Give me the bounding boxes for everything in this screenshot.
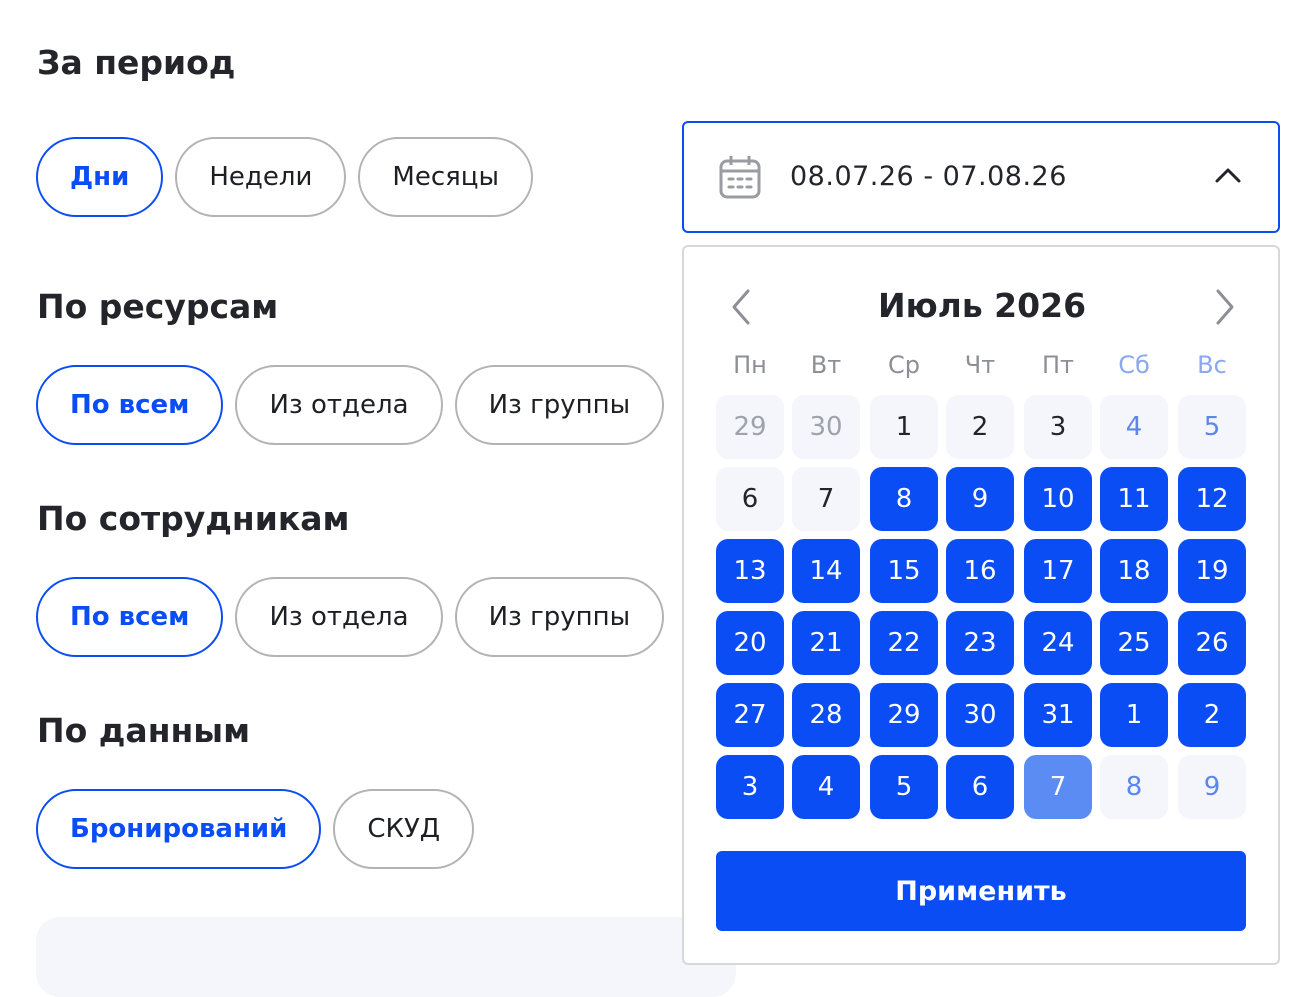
calendar-day[interactable]: 26 — [1178, 611, 1246, 675]
calendar-day[interactable]: 5 — [870, 755, 938, 819]
data-source-heading: По данным — [37, 711, 251, 750]
employees-option-1[interactable]: Из отдела — [235, 577, 443, 657]
chevron-right-icon[interactable] — [1204, 287, 1244, 327]
calendar-day[interactable]: 30 — [792, 395, 860, 459]
weekday-label: Ср — [888, 351, 920, 379]
calendar-day[interactable]: 15 — [870, 539, 938, 603]
calendar-day[interactable]: 3 — [716, 755, 784, 819]
data-source-option-1[interactable]: СКУД — [333, 789, 475, 869]
calendar-day[interactable]: 23 — [946, 611, 1014, 675]
period-heading: За период — [37, 43, 236, 82]
calendar-day[interactable]: 4 — [792, 755, 860, 819]
weekday-label: Чт — [964, 351, 996, 379]
data-source-options: Бронирований СКУД — [36, 789, 475, 869]
employees-options: По всем Из отдела Из группы — [36, 577, 665, 657]
calendar-day[interactable]: 2 — [946, 395, 1014, 459]
employees-heading: По сотрудникам — [37, 499, 350, 538]
calendar-day[interactable]: 29 — [716, 395, 784, 459]
calendar-day[interactable]: 9 — [1178, 755, 1246, 819]
calendar-day[interactable]: 12 — [1178, 467, 1246, 531]
calendar-popup: Июль 2026 Пн Вт Ср Чт Пт Сб Вс 29 30 1 2 3 4 5 6 7 8 9 10… — [682, 245, 1280, 965]
calendar-day[interactable]: 3 — [1024, 395, 1092, 459]
calendar-day[interactable]: 6 — [946, 755, 1014, 819]
date-range-value: 08.07.26 - 07.08.26 — [790, 161, 1067, 192]
apply-button[interactable]: Применить — [716, 851, 1246, 931]
calendar-day[interactable]: 2 — [1178, 683, 1246, 747]
calendar-day[interactable]: 7 — [1024, 755, 1092, 819]
calendar-day[interactable]: 29 — [870, 683, 938, 747]
period-option-1[interactable]: Недели — [175, 137, 347, 217]
calendar-day[interactable]: 1 — [870, 395, 938, 459]
calendar-day[interactable]: 11 — [1100, 467, 1168, 531]
calendar-day[interactable]: 27 — [716, 683, 784, 747]
calendar-day[interactable]: 8 — [870, 467, 938, 531]
calendar-day[interactable]: 25 — [1100, 611, 1168, 675]
calendar-day[interactable]: 10 — [1024, 467, 1092, 531]
weekday-label: Пн — [733, 351, 767, 379]
calendar-day[interactable]: 16 — [946, 539, 1014, 603]
weekday-label: Пт — [1041, 351, 1075, 379]
calendar-day[interactable]: 7 — [792, 467, 860, 531]
calendar-day[interactable]: 21 — [792, 611, 860, 675]
weekday-label: Вс — [1197, 351, 1227, 379]
calendar-day[interactable]: 22 — [870, 611, 938, 675]
calendar-day[interactable]: 6 — [716, 467, 784, 531]
calendar-icon — [718, 154, 762, 204]
resources-option-2[interactable]: Из группы — [454, 365, 665, 445]
chevron-up-icon[interactable] — [1214, 165, 1242, 189]
period-option-2[interactable]: Месяцы — [358, 137, 533, 217]
calendar-day[interactable]: 19 — [1178, 539, 1246, 603]
calendar-month-title: Июль 2026 — [877, 286, 1087, 325]
calendar-day[interactable]: 24 — [1024, 611, 1092, 675]
calendar-day[interactable]: 20 — [716, 611, 784, 675]
weekday-label: Вт — [810, 351, 842, 379]
resources-option-0[interactable]: По всем — [36, 365, 224, 445]
resources-heading: По ресурсам — [37, 287, 279, 326]
calendar-day[interactable]: 8 — [1100, 755, 1168, 819]
calendar-day[interactable]: 30 — [946, 683, 1014, 747]
calendar-days-grid: 29 30 1 2 3 4 5 6 7 8 9 10 11 12 13 14 15 16 17 18 19 20 21 22 2… — [684, 395, 1280, 819]
weekday-header: Пн Вт Ср Чт Пт Сб Вс — [684, 347, 1280, 387]
calendar-day[interactable]: 5 — [1178, 395, 1246, 459]
calendar-day[interactable]: 28 — [792, 683, 860, 747]
calendar-day[interactable]: 4 — [1100, 395, 1168, 459]
employees-option-2[interactable]: Из группы — [454, 577, 665, 657]
period-options: Дни Недели Месяцы — [36, 137, 533, 217]
calendar-day[interactable]: 13 — [716, 539, 784, 603]
calendar-day[interactable]: 17 — [1024, 539, 1092, 603]
resources-options: По всем Из отдела Из группы — [36, 365, 665, 445]
calendar-day[interactable]: 31 — [1024, 683, 1092, 747]
calendar-day[interactable]: 1 — [1100, 683, 1168, 747]
period-option-0[interactable]: Дни — [36, 137, 164, 217]
calendar-day[interactable]: 14 — [792, 539, 860, 603]
results-panel — [36, 917, 736, 997]
data-source-option-0[interactable]: Бронирований — [36, 789, 322, 869]
calendar-day[interactable]: 18 — [1100, 539, 1168, 603]
date-range-input[interactable]: 08.07.26 - 07.08.26 — [682, 121, 1280, 233]
resources-option-1[interactable]: Из отдела — [235, 365, 443, 445]
employees-option-0[interactable]: По всем — [36, 577, 224, 657]
calendar-day[interactable]: 9 — [946, 467, 1014, 531]
weekday-label: Сб — [1118, 351, 1150, 379]
